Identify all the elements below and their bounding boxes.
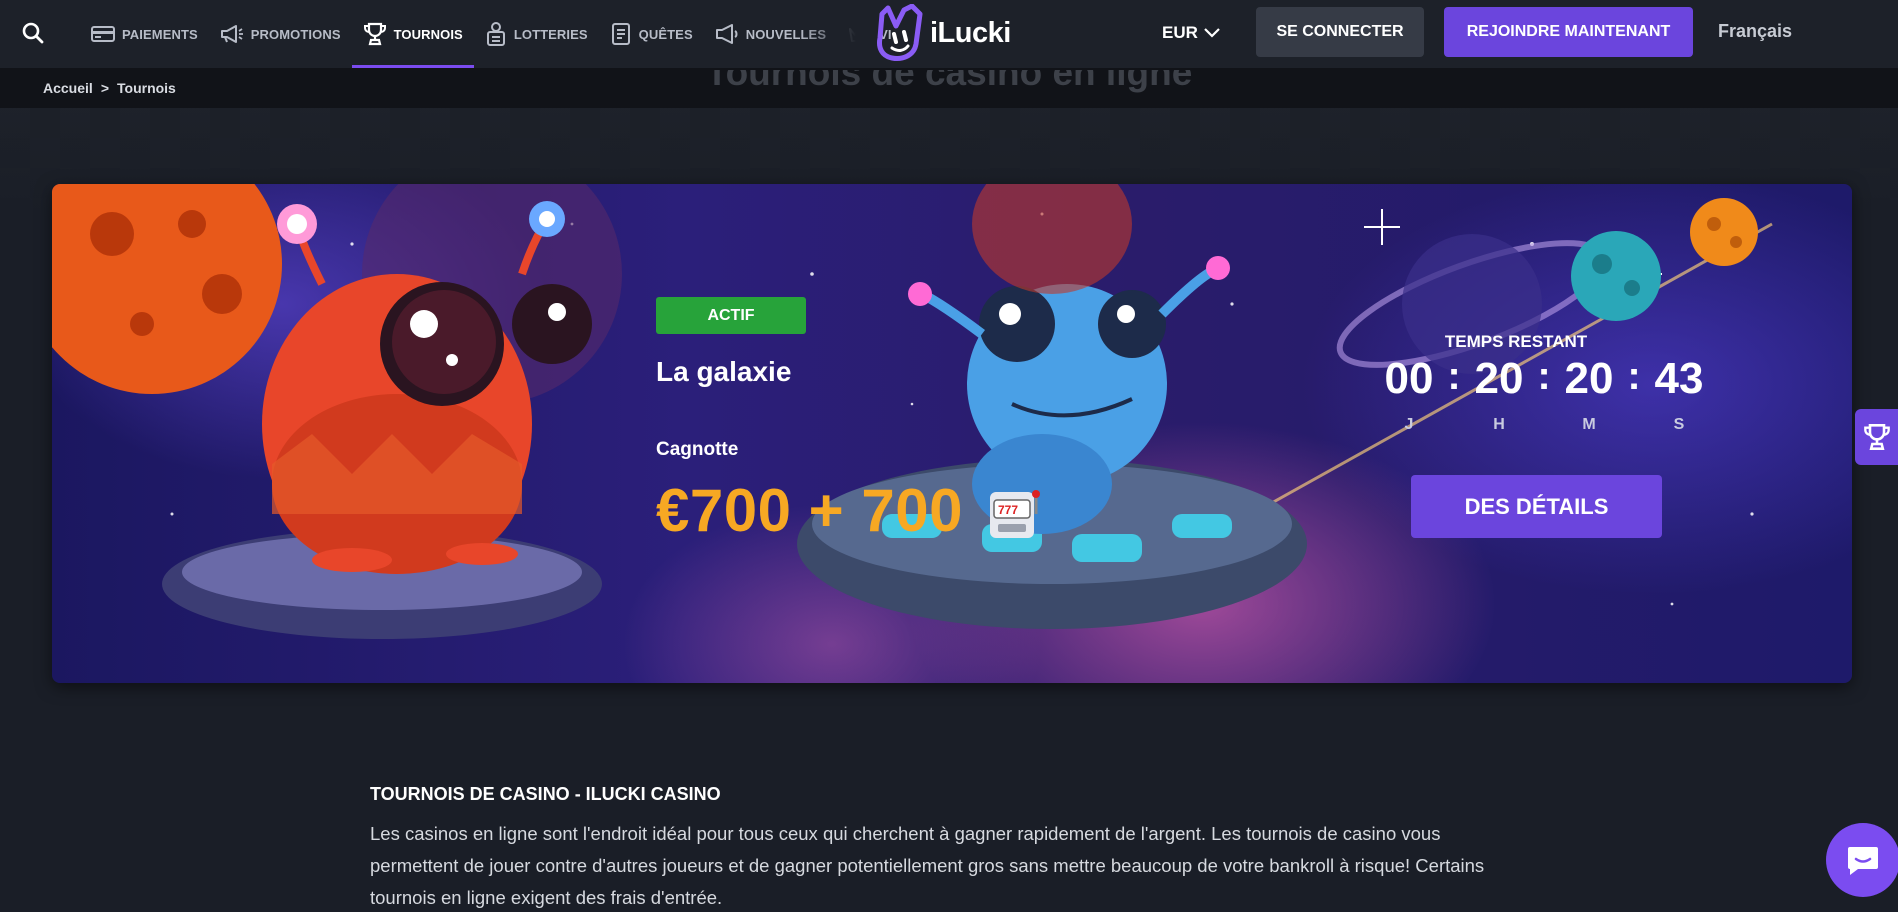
unit-seconds: S xyxy=(1673,416,1685,433)
prize-pool-label: Cagnotte xyxy=(656,439,739,460)
news-icon xyxy=(715,24,738,44)
currency-value: EUR xyxy=(1162,23,1198,42)
time-remaining-label: TEMPS RESTANT xyxy=(1444,332,1588,351)
language-selector[interactable]: Français xyxy=(1718,21,1792,42)
search-button[interactable] xyxy=(18,18,48,48)
countdown-timer: 00 : 20 : 20 : 43 xyxy=(1374,354,1704,414)
nav-item-promotions[interactable]: PROMOTIONS xyxy=(209,0,352,68)
unit-days: J xyxy=(1404,416,1414,433)
countdown-minutes: 20 xyxy=(1564,354,1614,403)
trophy-icon xyxy=(1863,424,1890,450)
countdown-separator: : xyxy=(1447,354,1461,398)
nav-label: QUÊTES xyxy=(638,26,693,42)
prize-pool-value: €700 + 700 xyxy=(656,477,963,544)
countdown-hours: 20 xyxy=(1474,354,1524,403)
join-now-button[interactable]: REJOINDRE MAINTENANT xyxy=(1444,7,1693,57)
countdown-separator: : xyxy=(1537,354,1551,398)
countdown-separator: : xyxy=(1627,354,1641,398)
top-header: PAIEMENTS PROMOTIONS TOURNOIS LOTTERIES … xyxy=(0,0,1898,68)
tournament-name: La galaxie xyxy=(656,356,792,387)
nav-label: PROMOTIONS xyxy=(250,26,341,42)
currency-selector[interactable]: EUR xyxy=(1162,19,1220,47)
nav-item-lotteries[interactable]: LOTTERIES xyxy=(474,0,599,68)
site-logo[interactable]: iLucki xyxy=(874,4,1011,62)
logo-text: iLucki xyxy=(930,16,1011,49)
chevron-down-icon xyxy=(1204,28,1220,38)
logo-mascot-icon xyxy=(877,4,923,61)
article-section: TOURNOIS DE CASINO - ILUCKI CASINO Les c… xyxy=(370,784,1520,912)
tournament-banner: ACTIF La galaxie Cagnotte €700 + 700 777… xyxy=(52,184,1852,683)
details-button[interactable]: DES DÉTAILS xyxy=(1411,475,1662,538)
article-heading: TOURNOIS DE CASINO - ILUCKI CASINO xyxy=(370,784,721,804)
status-badge: ACTIF xyxy=(656,297,806,334)
chat-icon xyxy=(1848,847,1878,875)
main-nav: PAIEMENTS PROMOTIONS TOURNOIS LOTTERIES … xyxy=(80,0,903,68)
unit-minutes: M xyxy=(1582,416,1596,433)
trophy-icon xyxy=(363,22,386,46)
svg-text:777: 777 xyxy=(998,503,1018,517)
quest-icon xyxy=(611,23,630,45)
search-icon xyxy=(22,22,44,44)
countdown-seconds: 43 xyxy=(1654,354,1704,403)
lottery-icon xyxy=(486,22,505,46)
nav-label: LOTTERIES xyxy=(513,26,588,42)
slot-machine-icon: 777 xyxy=(990,490,1040,538)
side-tournament-tab[interactable] xyxy=(1855,409,1898,465)
nav-label: TOURNOIS xyxy=(393,26,463,42)
nav-item-quetes[interactable]: QUÊTES xyxy=(599,0,704,68)
article-body: Les casinos en ligne sont l'endroit idéa… xyxy=(370,823,1485,908)
countdown-days: 00 xyxy=(1384,354,1434,403)
megaphone-icon xyxy=(220,25,243,43)
nav-item-tournois[interactable]: TOURNOIS xyxy=(351,0,475,68)
nav-fade xyxy=(800,0,880,68)
nav-label: PAIEMENTS xyxy=(122,26,198,42)
card-icon xyxy=(91,26,115,42)
nav-item-paiements[interactable]: PAIEMENTS xyxy=(80,0,209,68)
unit-hours: H xyxy=(1493,416,1505,433)
chat-button[interactable] xyxy=(1826,823,1898,897)
login-button[interactable]: SE CONNECTER xyxy=(1256,7,1424,57)
